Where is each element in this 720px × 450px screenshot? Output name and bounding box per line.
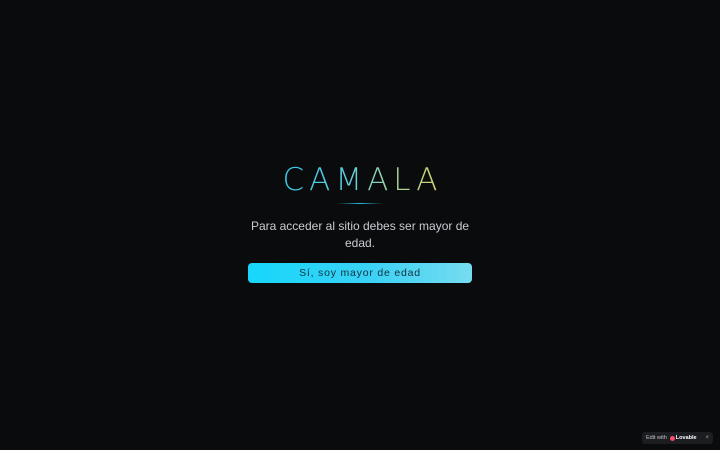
brand-logo-text: CAMALA — [282, 162, 443, 198]
close-icon[interactable]: × — [705, 435, 709, 441]
edit-with-lovable-badge[interactable]: Edit with Lovable × — [642, 432, 713, 444]
brand-divider — [337, 203, 383, 204]
age-gate-page: CAMALA Para acceder al sitio debes ser m… — [0, 0, 720, 450]
age-gate-message: Para acceder al sitio debes ser mayor de… — [250, 219, 470, 250]
age-gate-panel: CAMALA Para acceder al sitio debes ser m… — [0, 160, 720, 283]
badge-prefix: Edit with — [646, 435, 667, 441]
confirm-age-button[interactable]: Sí, soy mayor de edad — [248, 263, 472, 283]
lovable-heart-icon — [669, 435, 675, 441]
badge-brand: Lovable — [675, 435, 697, 441]
